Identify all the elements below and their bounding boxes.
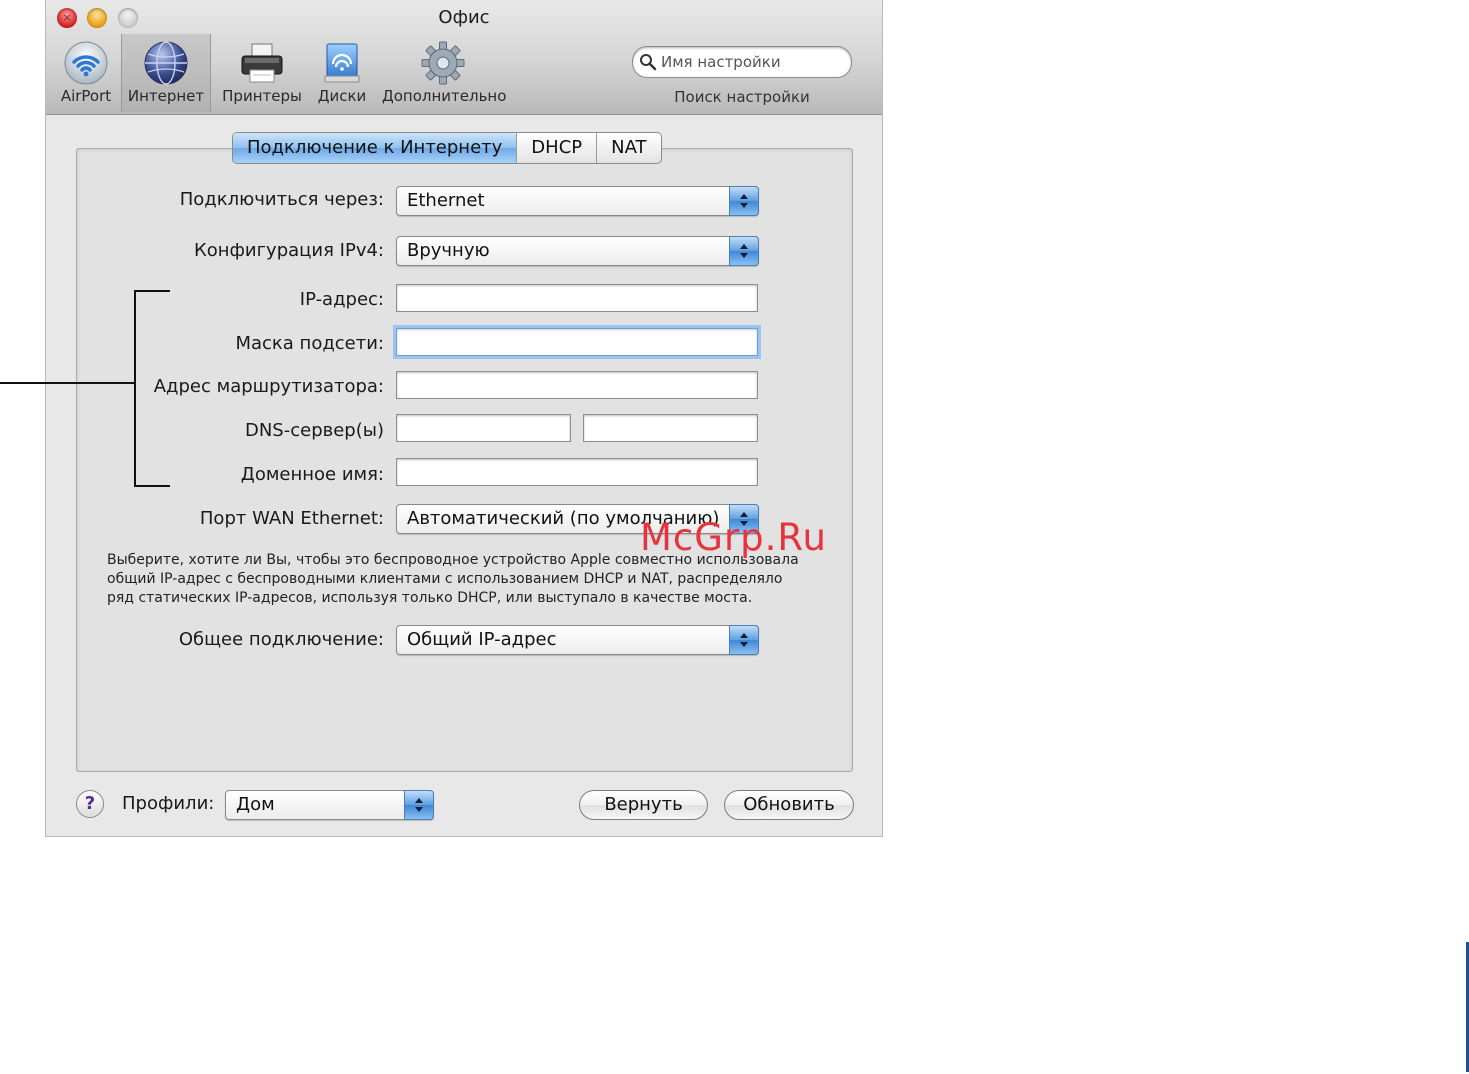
connect-via-label: Подключиться через: <box>179 189 384 210</box>
callout-bracket-top <box>134 290 170 292</box>
ipv4-config-popup[interactable]: Вручную <box>396 236 759 266</box>
connection-sharing-popup[interactable]: Общий IP-адрес <box>396 625 759 655</box>
sharing-help-text: Выберите, хотите ли Вы, чтобы это беспро… <box>107 552 799 606</box>
popup-arrows-icon <box>729 186 759 216</box>
window-title: Офис <box>438 7 490 28</box>
search-caption: Поиск настройки <box>674 88 810 106</box>
toolbar-item-advanced[interactable]: Дополнительно <box>382 34 507 112</box>
profiles-label: Профили: <box>122 793 215 814</box>
search-input[interactable] <box>659 50 848 74</box>
disk-icon <box>324 43 360 83</box>
toolbar-label-printers: Принтеры <box>222 87 302 105</box>
popup-arrows-icon <box>404 790 434 820</box>
domain-name-label: Доменное имя: <box>240 464 384 485</box>
callout-leader-line <box>0 382 136 384</box>
toolbar-item-disks[interactable]: Диски <box>314 34 370 112</box>
ip-address-field[interactable] <box>396 284 758 312</box>
gear-icon <box>421 41 465 85</box>
update-button[interactable]: Обновить <box>724 790 854 820</box>
tab-dhcp[interactable]: DHCP <box>516 133 596 163</box>
domain-name-field[interactable] <box>396 458 758 486</box>
connection-sharing-label: Общее подключение: <box>178 629 384 650</box>
profiles-popup[interactable]: Дом <box>225 790 434 820</box>
toolbar-item-airport[interactable]: AirPort <box>54 34 118 112</box>
preferences-window: × Офис AirPort Интернет Принтеры Диски Д… <box>46 0 882 836</box>
toolbar-label-advanced: Дополнительно <box>382 87 507 105</box>
dns-server-2-field[interactable] <box>583 414 758 442</box>
popup-arrows-icon <box>729 236 759 266</box>
connect-via-value: Ethernet <box>407 190 485 211</box>
help-question-button[interactable]: ? <box>76 790 104 818</box>
tab-internet-connection[interactable]: Подключение к Интернету <box>233 133 517 163</box>
ip-address-label: IP-адрес: <box>299 289 384 310</box>
revert-button[interactable]: Вернуть <box>579 790 708 820</box>
dns-servers-label: DNS-сервер(ы) <box>244 420 384 441</box>
toolbar-label-airport: AirPort <box>60 87 112 105</box>
callout-bracket-bottom <box>134 485 170 487</box>
window-toolbar: × Офис AirPort Интернет Принтеры Диски Д… <box>46 0 882 115</box>
subnet-mask-label: Маска подсети: <box>235 333 384 354</box>
toolbar-label-disks: Диски <box>317 87 367 105</box>
profiles-value: Дом <box>236 794 275 815</box>
ipv4-config-label: Конфигурация IPv4: <box>193 240 384 261</box>
connect-via-popup[interactable]: Ethernet <box>396 186 759 216</box>
globe-icon <box>144 41 188 85</box>
router-address-label: Адрес маршрутизатора: <box>153 376 384 397</box>
wan-port-label: Порт WAN Ethernet: <box>199 508 384 529</box>
ipv4-config-value: Вручную <box>407 240 490 261</box>
tab-bar: Подключение к Интернету DHCP NAT <box>232 132 662 164</box>
search-field[interactable] <box>632 46 852 78</box>
popup-arrows-icon <box>729 625 759 655</box>
printer-icon <box>241 43 283 83</box>
router-address-field[interactable] <box>396 371 758 399</box>
dns-server-1-field[interactable] <box>396 414 571 442</box>
connection-sharing-value: Общий IP-адрес <box>407 629 557 650</box>
subnet-mask-field[interactable] <box>396 328 758 356</box>
watermark-text: McGrp.Ru <box>640 516 827 559</box>
tab-nat[interactable]: NAT <box>596 133 660 163</box>
airport-wifi-icon <box>64 41 108 85</box>
toolbar-label-internet: Интернет <box>127 87 205 105</box>
toolbar-item-printers[interactable]: Принтеры <box>218 34 306 112</box>
toolbar-item-internet[interactable]: Интернет <box>121 34 211 112</box>
callout-bracket <box>134 290 136 486</box>
search-icon <box>640 54 657 71</box>
